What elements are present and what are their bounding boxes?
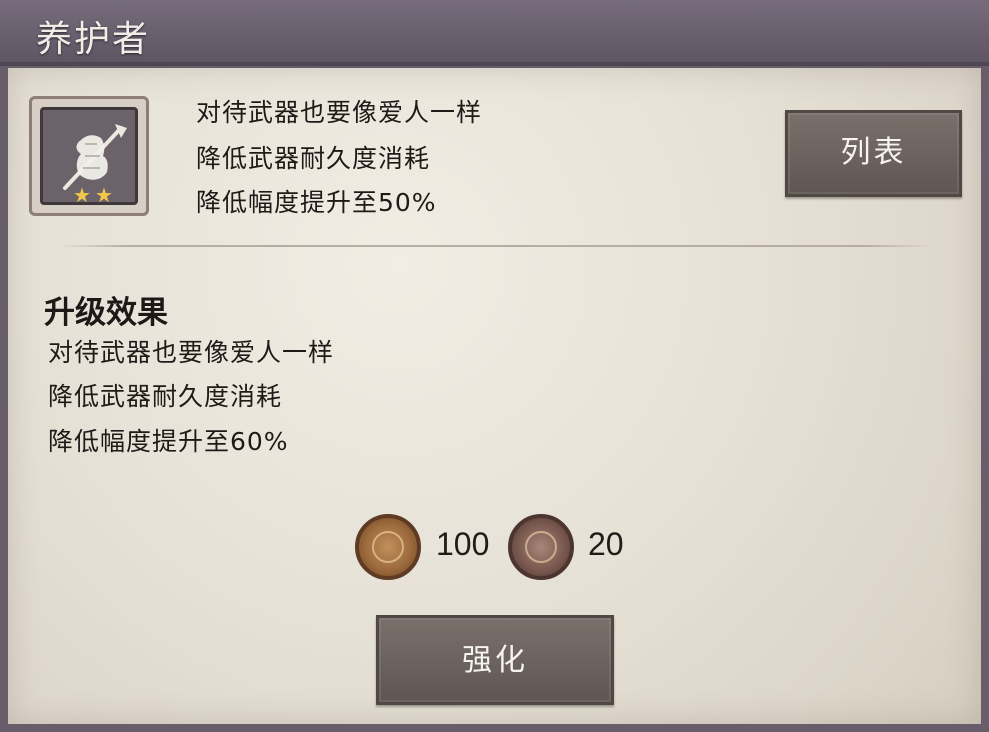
cost-amount: 20 (588, 526, 624, 562)
title-bar: 养护者 (0, 0, 989, 66)
fist-emblem-icon (525, 531, 557, 563)
star-icon: ★ (73, 183, 91, 207)
skill-icon-frame: ★ ★ (40, 107, 138, 205)
strengthen-button[interactable]: 强化 (376, 615, 614, 705)
weapon-care-icon: ★ ★ (29, 96, 149, 216)
skill-description-line: 降低幅度提升至50% (196, 188, 437, 217)
fist-emblem-icon (372, 531, 404, 563)
window-title: 养护者 (36, 19, 151, 60)
bronze-coin-icon (355, 514, 421, 580)
upgrade-description-line: 降低幅度提升至60% (48, 427, 289, 456)
list-button[interactable]: 列表 (785, 110, 962, 197)
upgrade-effect-title: 升级效果 (44, 295, 168, 331)
skill-description-line: 降低武器耐久度消耗 (196, 144, 431, 173)
upgrade-description-line: 对待武器也要像爱人一样 (48, 338, 335, 367)
cost-amount: 100 (436, 526, 490, 562)
skill-description-line: 对待武器也要像爱人一样 (196, 98, 483, 127)
star-rating: ★ ★ (73, 183, 118, 207)
upgrade-description-line: 降低武器耐久度消耗 (48, 382, 283, 411)
copper-coin-icon (508, 514, 574, 580)
section-divider (58, 245, 934, 247)
star-icon: ★ (95, 183, 113, 207)
